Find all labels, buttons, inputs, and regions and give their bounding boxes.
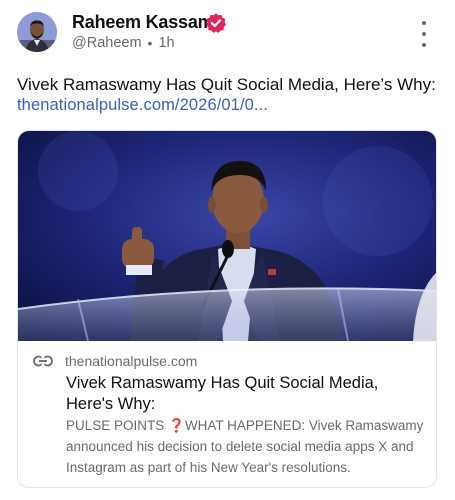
post: Raheem Kassam @Raheem • 1h Vivek Ramaswa… (0, 0, 455, 500)
card-description: PULSE POINTS ❓WHAT HAPPENED: Vivek Ramas… (66, 415, 431, 478)
post-link[interactable]: thenationalpulse.com/2026/01/0... (17, 96, 268, 115)
verified-badge-icon (206, 13, 226, 33)
post-time[interactable]: 1h (158, 35, 174, 51)
separator-dot: • (147, 35, 153, 51)
card-domain: thenationalpulse.com (65, 353, 198, 369)
card-title: Vivek Ramaswamy Has Quit Social Media, H… (66, 374, 379, 413)
more-options-icon[interactable] (413, 21, 435, 47)
more-dot (422, 32, 426, 36)
question-mark-icon: ❓ (168, 418, 185, 433)
handle-line: @Raheem • 1h (72, 35, 175, 51)
card-desc-prefix: PULSE POINTS (66, 418, 169, 433)
post-text: Vivek Ramaswamy Has Quit Social Media, H… (17, 75, 436, 94)
author-handle[interactable]: @Raheem (72, 35, 142, 51)
author-name[interactable]: Raheem Kassam (72, 12, 214, 33)
card-domain-row: thenationalpulse.com (33, 353, 197, 369)
more-dot (422, 43, 426, 47)
card-image (18, 131, 436, 341)
link-icon (33, 355, 53, 367)
more-dot (422, 21, 426, 25)
link-preview-card[interactable]: thenationalpulse.com Vivek Ramaswamy Has… (17, 130, 437, 488)
avatar[interactable] (17, 12, 57, 52)
